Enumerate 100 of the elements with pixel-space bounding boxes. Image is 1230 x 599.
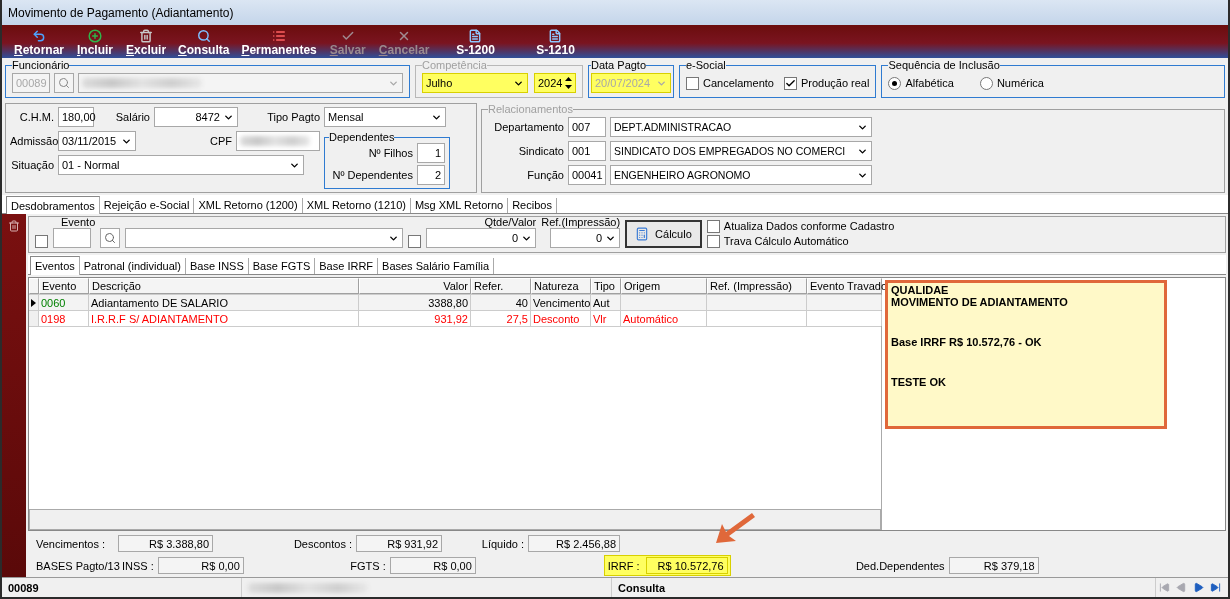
total-label: Ded.Dependentes <box>854 559 945 572</box>
children-count-field[interactable]: 1 <box>417 143 445 163</box>
dependents-count-field[interactable]: 2 <box>417 165 445 185</box>
toolbar-button[interactable]: Permanentes <box>235 25 323 58</box>
column-header[interactable]: Tipo <box>591 278 621 294</box>
event-dropdown[interactable] <box>125 228 404 248</box>
field-label: Ref.(Impressão) <box>541 216 621 228</box>
toolbar-button[interactable]: Excluir <box>120 25 173 58</box>
radio-label: Numérica <box>996 77 1044 89</box>
search-button[interactable] <box>100 228 121 248</box>
salary-dropdown[interactable]: 8472 <box>154 107 238 127</box>
code-field[interactable]: 001 <box>568 141 606 161</box>
radio-button[interactable] <box>979 76 993 90</box>
checkbox[interactable] <box>686 76 699 90</box>
total-field: R$ 931,92 <box>356 535 442 552</box>
group-label: Funcionário <box>12 59 70 71</box>
note-text: QUALIDAE <box>891 284 950 296</box>
toolbar-button[interactable]: S-1210 <box>515 25 596 58</box>
search-button[interactable] <box>54 73 74 93</box>
field-label: Situação <box>10 159 54 171</box>
column-header[interactable]: Descrição <box>89 278 359 294</box>
total-label: Líquido : <box>480 537 524 550</box>
status-mode: Consulta <box>612 578 1156 597</box>
list-icon <box>272 29 287 43</box>
checkbox-label: Trava Cálculo Automático <box>723 235 849 247</box>
group-label: Dependentes <box>329 131 395 143</box>
column-header[interactable]: Evento <box>39 278 89 294</box>
blurred-text <box>240 136 310 146</box>
note-text: Base IRRF R$ 10.572,76 - OK <box>891 336 1043 348</box>
chm-field[interactable]: 180,00 <box>58 107 94 127</box>
check-icon <box>340 29 355 43</box>
note-text: MOVIMENTO DE ADIANTAMENTO <box>891 296 1069 308</box>
group-label: Relacionamentos <box>488 103 573 115</box>
tab[interactable]: Eventos <box>30 256 80 275</box>
checkbox[interactable] <box>706 219 720 233</box>
column-header[interactable]: Natureza <box>531 278 591 294</box>
calculator-icon <box>635 227 650 241</box>
total-label: FGTS : <box>349 559 386 572</box>
document-icon <box>548 29 563 43</box>
event-code-field[interactable] <box>53 228 91 248</box>
value-dropdown[interactable]: SINDICATO DOS EMPREGADOS NO COMERCI <box>610 141 872 161</box>
total-label: Vencimentos : <box>36 537 107 550</box>
column-header[interactable]: Origem <box>621 278 707 294</box>
value-dropdown[interactable]: ENGENHEIRO AGRONOMO <box>610 165 872 185</box>
toolbar-button[interactable]: Incluir <box>70 25 120 58</box>
checkbox[interactable] <box>706 234 720 248</box>
column-header[interactable]: Ref. (Impressão) <box>707 278 807 294</box>
total-field: R$ 0,00 <box>157 557 244 574</box>
document-icon <box>468 29 483 43</box>
trash-icon <box>139 29 154 43</box>
total-label: INSS : <box>122 559 154 572</box>
total-field: R$ 2.456,88 <box>528 535 620 552</box>
calculate-button[interactable]: Cálculo <box>625 220 702 248</box>
search-icon <box>196 29 211 43</box>
checkbox[interactable] <box>783 76 797 90</box>
field-label: Evento <box>60 216 96 228</box>
code-field[interactable]: 007 <box>568 117 606 137</box>
group-label: e-Social <box>686 59 726 71</box>
reference-dropdown[interactable]: 0 <box>550 228 621 248</box>
table-cell: 0060 <box>39 295 89 310</box>
quantity-dropdown[interactable]: 0 <box>426 228 537 248</box>
field-label: Nº Filhos <box>368 147 413 159</box>
cpf-field[interactable] <box>236 131 320 151</box>
table-cell: 0198 <box>39 311 89 326</box>
checkbox-label: Produção real <box>800 77 870 89</box>
search-icon <box>104 232 117 244</box>
table-cell: Vencimento <box>531 295 591 310</box>
table-cell: Adiantamento DE SALARIO <box>89 295 359 310</box>
column-header[interactable]: Refer. <box>471 278 531 294</box>
scrollbar[interactable] <box>29 509 881 530</box>
plus-circle-icon <box>88 29 102 43</box>
month-dropdown[interactable]: Julho <box>422 73 528 93</box>
group-label: Data Pagto <box>591 59 647 71</box>
checkbox[interactable] <box>408 235 422 248</box>
status-code: 00089 <box>2 578 242 597</box>
code-field[interactable]: 00041 <box>568 165 606 185</box>
total-field: R$ 3.388,80 <box>118 535 213 552</box>
field-label: Tipo Pagto <box>266 111 320 123</box>
toolbar-button[interactable]: Retornar <box>8 25 70 58</box>
year-spinner[interactable]: 2024 <box>534 73 576 93</box>
payment-type-dropdown[interactable]: Mensal <box>324 107 446 127</box>
value-dropdown[interactable]: DEPT.ADMINISTRACAO <box>610 117 872 137</box>
trash-icon <box>8 220 20 232</box>
employee-name-field[interactable] <box>78 73 403 93</box>
column-header[interactable]: Valor <box>359 278 471 294</box>
radio-button[interactable] <box>888 76 902 90</box>
toolbar-button[interactable]: Consulta <box>172 25 236 58</box>
undo-arrow-icon <box>32 29 46 43</box>
spinner-arrows-icon[interactable] <box>565 77 572 89</box>
field-label: CPF <box>209 135 232 147</box>
table-cell: Desconto <box>531 311 591 326</box>
total-field: R$ 379,18 <box>948 557 1039 574</box>
tab[interactable]: Desdobramentos <box>6 196 100 214</box>
total-label: IRRF : <box>607 559 640 572</box>
checkbox[interactable] <box>35 235 48 248</box>
admission-date-field[interactable]: 03/11/2015 <box>58 131 136 151</box>
field-label: Função <box>526 169 564 181</box>
status-dropdown[interactable]: 01 - Normal <box>58 155 304 175</box>
field-label: Qtde/Valor <box>484 216 537 228</box>
toolbar-button[interactable]: S-1200 <box>435 25 516 58</box>
